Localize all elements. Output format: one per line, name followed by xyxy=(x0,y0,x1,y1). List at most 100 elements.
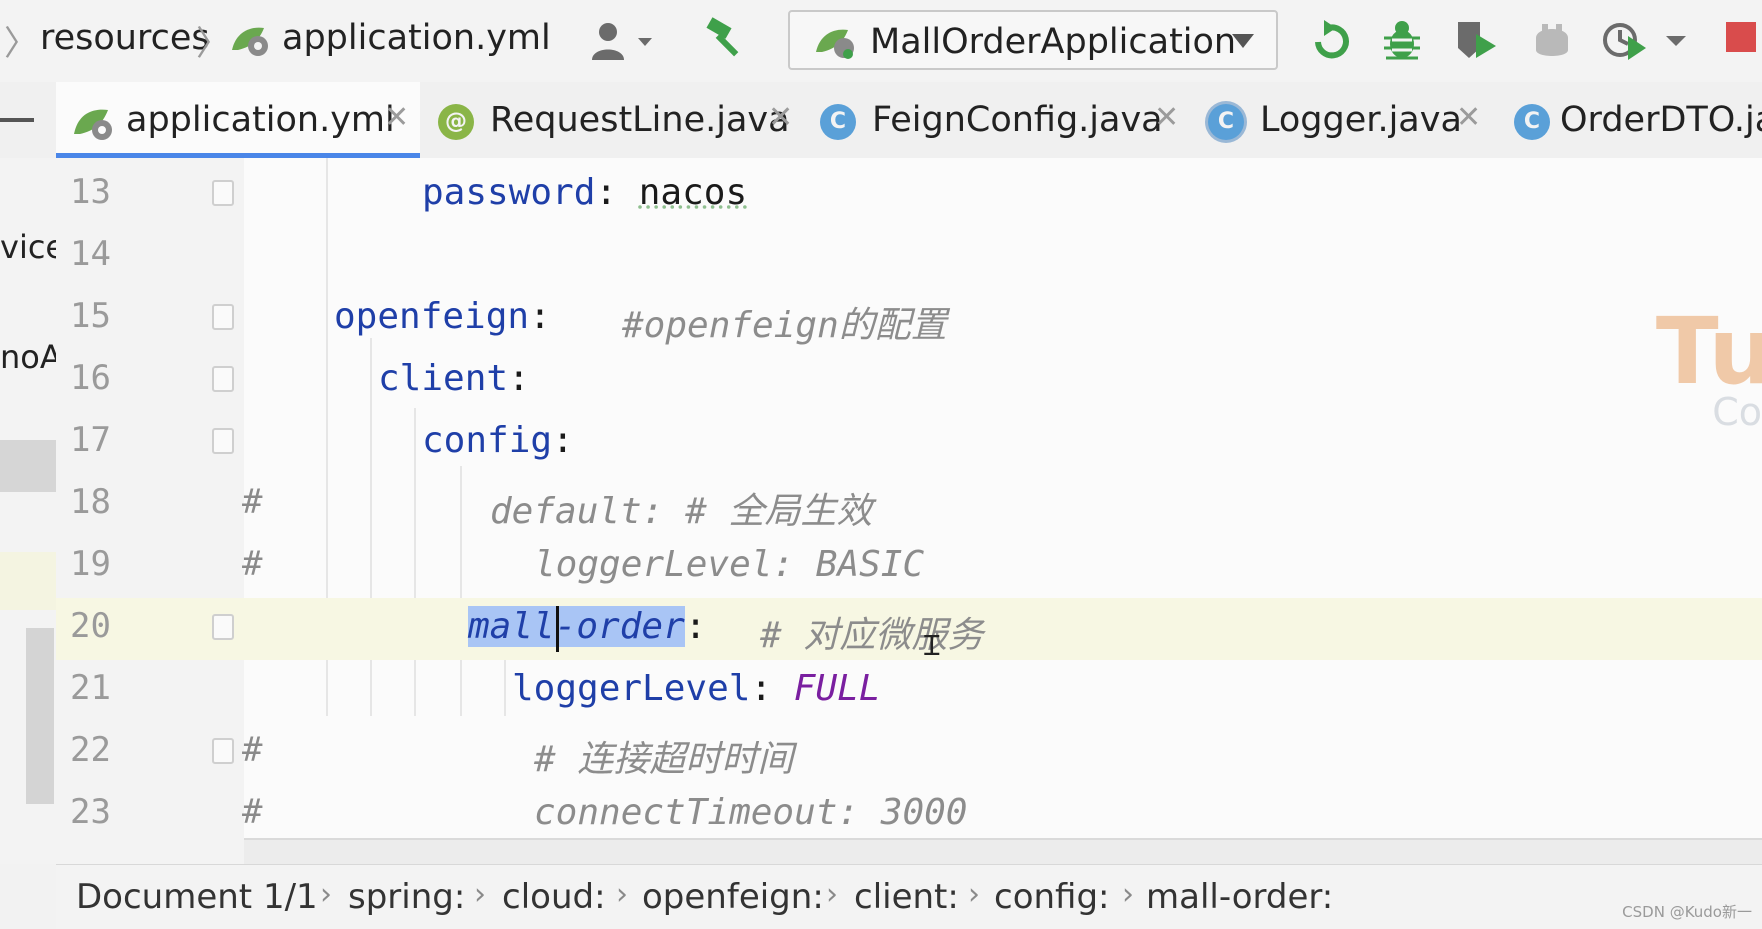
fold-marker-icon[interactable] xyxy=(212,428,234,454)
line-number: 18 xyxy=(70,482,111,522)
current-code-line: 20 mall-order: # 对应微服务 Ɪ xyxy=(56,598,1762,662)
yaml-key: loggerLevel xyxy=(512,668,751,709)
tree-row-highlight xyxy=(0,552,56,610)
breadcrumb-item-application-yml[interactable]: application.yml xyxy=(282,18,551,58)
yaml-comment: connectTimeout: 3000 xyxy=(534,792,968,833)
yml-file-icon xyxy=(74,109,112,140)
line-number: 15 xyxy=(70,296,111,336)
chevron-down-icon xyxy=(1232,34,1254,48)
fold-marker-icon[interactable] xyxy=(212,366,234,392)
line-number: 13 xyxy=(70,172,111,212)
yaml-key: openfeign xyxy=(334,296,530,337)
profiler-icon[interactable] xyxy=(1530,18,1574,62)
code-line: 18 # default: # 全局生效 xyxy=(56,474,1762,536)
close-icon[interactable]: ✕ xyxy=(768,100,793,135)
overlay-fragment: Tu xyxy=(1655,298,1762,405)
comment-marker: # xyxy=(242,730,263,770)
code-line: 21 loggerLevel: FULL xyxy=(56,660,1762,722)
breadcrumb-separator: › xyxy=(1122,877,1134,912)
fold-marker-icon[interactable] xyxy=(212,614,234,640)
line-number: 22 xyxy=(70,730,111,770)
line-number: 21 xyxy=(70,668,111,708)
yaml-value: FULL xyxy=(793,668,881,709)
tab-requestline-java[interactable]: @ RequestLine.java ✕ xyxy=(424,82,798,158)
code-line: 19 # loggerLevel: BASIC xyxy=(56,536,1762,598)
stop-icon[interactable] xyxy=(1726,22,1756,52)
run-configuration-label: MallOrderApplication xyxy=(870,22,1237,62)
fold-marker-icon[interactable] xyxy=(212,738,234,764)
line-number: 20 xyxy=(70,606,111,646)
line-number: 19 xyxy=(70,544,111,584)
breadcrumb-item-config[interactable]: config: xyxy=(994,877,1110,917)
watermark-text: CSDN @Kudo新一 xyxy=(1622,903,1752,921)
document-indicator[interactable]: Document 1/1 xyxy=(76,877,318,917)
yml-file-icon xyxy=(232,27,268,56)
tab-feignconfig-java[interactable]: C FeignConfig.java ✕ xyxy=(806,82,1184,158)
breadcrumb-item-mall-order[interactable]: mall-order: xyxy=(1146,877,1333,917)
close-icon[interactable]: ✕ xyxy=(1154,100,1179,135)
scrollbar-thumb[interactable] xyxy=(26,628,54,804)
class-icon: C xyxy=(1208,104,1244,140)
code-line: 22 # # 连接超时时间 xyxy=(56,722,1762,784)
navigation-bar: 〉 resources 〉 application.yml MallOrderA… xyxy=(0,0,1762,83)
tab-orderdto-java[interactable]: C OrderDTO.jav xyxy=(1502,82,1762,158)
overlay-fragment: Co xyxy=(1712,390,1762,434)
yaml-comment: default: # 全局生效 xyxy=(490,491,873,532)
tab-label: RequestLine.java xyxy=(490,100,790,140)
breadcrumb-item-openfeign[interactable]: openfeign: xyxy=(642,877,824,917)
annotation-icon: @ xyxy=(438,104,474,140)
project-tree-fragment[interactable]: noA xyxy=(0,338,62,376)
debug-icon[interactable] xyxy=(1380,18,1424,62)
line-number: 16 xyxy=(70,358,111,398)
breadcrumb-separator: › xyxy=(968,877,980,912)
user-icon[interactable] xyxy=(586,20,656,64)
yaml-separator: : xyxy=(595,172,639,213)
yaml-separator: : xyxy=(529,296,551,337)
yaml-separator: : xyxy=(684,606,707,647)
yaml-comment: # 对应微服务 xyxy=(760,615,984,656)
close-icon[interactable]: ✕ xyxy=(384,100,409,135)
tab-label: application.yml xyxy=(126,100,395,140)
build-hammer-icon[interactable] xyxy=(704,16,748,60)
code-line: 14 xyxy=(56,226,1762,288)
comment-marker: # xyxy=(242,792,263,832)
breadcrumb-item-spring[interactable]: spring: xyxy=(348,877,465,917)
code-line: 15 openfeign: #openfeign的配置 xyxy=(56,288,1762,350)
text-caret xyxy=(556,606,559,652)
code-editor[interactable]: 13 password: nacos 14 15 openfeign: #ope… xyxy=(56,158,1762,864)
code-line: 17 config: xyxy=(56,412,1762,474)
yaml-comment: # 连接超时时间 xyxy=(534,739,794,780)
horizontal-scrollbar[interactable] xyxy=(244,838,1762,864)
close-icon[interactable]: ✕ xyxy=(1456,100,1481,135)
run-history-icon[interactable] xyxy=(1602,18,1692,62)
tab-logger-java[interactable]: C Logger.java ✕ xyxy=(1194,82,1494,158)
selected-tree-row[interactable] xyxy=(0,440,56,492)
tab-application-yml[interactable]: application.yml ✕ xyxy=(56,82,420,158)
tab-label: FeignConfig.java xyxy=(872,100,1163,140)
line-number: 17 xyxy=(70,420,111,460)
run-configuration-selector[interactable]: MallOrderApplication xyxy=(788,10,1278,70)
tab-label: Logger.java xyxy=(1260,100,1462,140)
yaml-value: nacos xyxy=(638,172,748,213)
fold-marker-icon[interactable] xyxy=(212,180,234,206)
minimize-icon[interactable] xyxy=(0,118,34,122)
comment-marker: # xyxy=(242,544,263,584)
yaml-key: client xyxy=(378,358,509,399)
breadcrumb-separator: › xyxy=(616,877,628,912)
run-coverage-icon[interactable] xyxy=(1454,18,1498,62)
line-number: 23 xyxy=(70,792,111,832)
fold-marker-icon[interactable] xyxy=(212,304,234,330)
breadcrumb-item-resources[interactable]: resources xyxy=(40,18,210,58)
breadcrumb-item-client[interactable]: client: xyxy=(854,877,959,917)
yaml-key: config xyxy=(422,420,553,461)
breadcrumb-separator: 〉 xyxy=(196,24,230,64)
breadcrumb-item-cloud[interactable]: cloud: xyxy=(502,877,606,917)
yaml-separator: : xyxy=(552,420,574,461)
yaml-key: password xyxy=(422,172,596,213)
rerun-icon[interactable] xyxy=(1310,18,1354,62)
project-panel-edge: vice noA xyxy=(0,158,65,864)
selected-text[interactable]: mall xyxy=(468,606,555,647)
yaml-separator: : xyxy=(508,358,530,399)
structure-breadcrumb: Document 1/1 › spring: › cloud: › openfe… xyxy=(56,864,1762,929)
i-beam-cursor-icon: Ɪ xyxy=(924,629,940,662)
